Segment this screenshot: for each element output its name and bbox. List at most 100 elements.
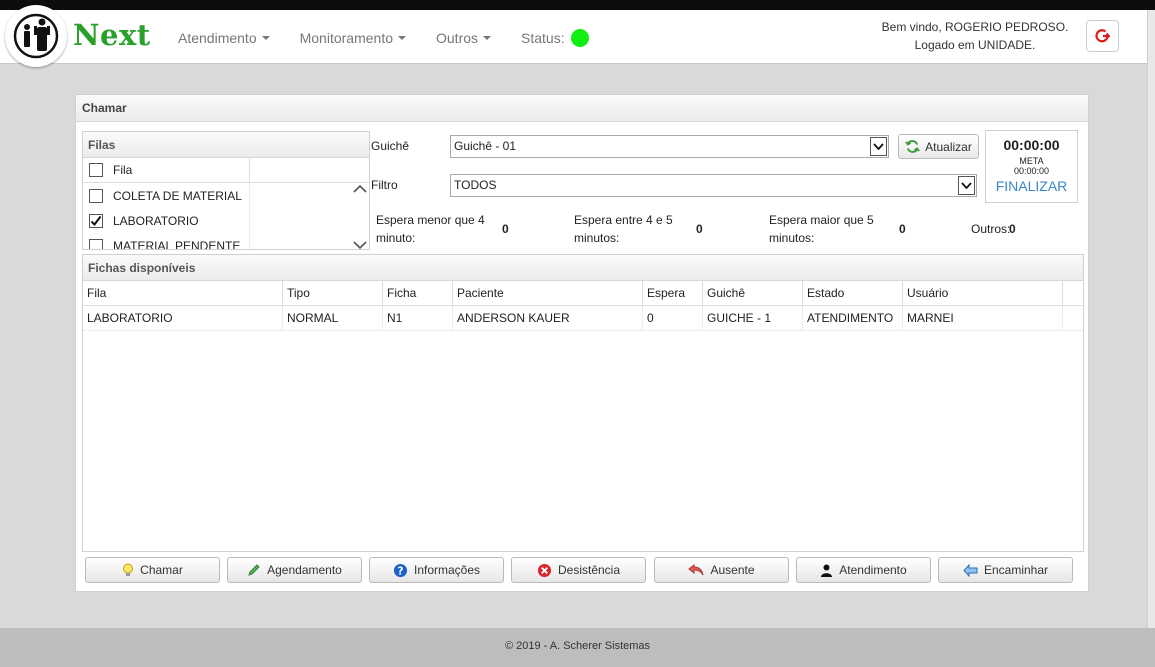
cancel-icon — [537, 563, 552, 577]
outros-value: 0 — [1009, 222, 1016, 236]
welcome-user: Bem vindo, ROGERIO PEDROSO. — [881, 20, 1069, 34]
user-icon — [821, 564, 833, 577]
col-header-estado[interactable]: Estado — [803, 281, 903, 305]
menu-outros[interactable]: Outros — [436, 30, 492, 46]
fichas-header: Fila Tipo Ficha Paciente Espera Guichê E… — [83, 281, 1083, 306]
action-bar: Chamar Agendamento ? Informações Desistê… — [85, 557, 1085, 583]
cell-guiche: GUICHE - 1 — [703, 306, 803, 330]
atualizar-button[interactable]: Atualizar — [898, 134, 979, 159]
espera-menor-value: 0 — [502, 222, 509, 236]
encaminhar-button[interactable]: Encaminhar — [938, 557, 1073, 583]
navbar: Next Atendimento Monitoramento Outros St… — [0, 10, 1155, 64]
refresh-icon — [905, 140, 920, 153]
top-black-bar — [0, 0, 1155, 10]
atendimento-button[interactable]: Atendimento — [796, 557, 931, 583]
atendimento-label: Atendimento — [839, 563, 907, 577]
select-all-checkbox[interactable] — [89, 163, 103, 177]
filtro-value: TODOS — [454, 178, 497, 192]
atualizar-label: Atualizar — [925, 139, 972, 154]
timer-value: 00:00:00 — [1003, 137, 1060, 153]
pencil-icon — [248, 564, 260, 576]
filas-box: Filas Fila COLETA DE MATERIAL LABORATORI… — [82, 131, 370, 250]
guiche-label: Guichê — [371, 139, 410, 153]
welcome-text: Bem vindo, ROGERIO PEDROSO. Logado em UN… — [870, 18, 1080, 54]
encaminhar-label: Encaminhar — [983, 563, 1049, 577]
page-scrollbar[interactable] — [1147, 10, 1155, 628]
filtro-select[interactable]: TODOS — [450, 174, 977, 197]
col-header-paciente[interactable]: Paciente — [453, 281, 643, 305]
caret-down-icon — [261, 36, 270, 40]
espera-entre-label: Espera entre 4 e 5 minutos: — [574, 213, 673, 245]
espera-maior-value: 0 — [899, 222, 906, 236]
status-dot-icon — [570, 29, 589, 47]
guiche-value: Guichê - 01 — [454, 139, 517, 153]
col-header-espera[interactable]: Espera — [643, 281, 703, 305]
col-header-tipo[interactable]: Tipo — [283, 281, 383, 305]
espera-entre-value: 0 — [696, 222, 703, 236]
people-logo-icon — [13, 13, 59, 59]
col-header-fila[interactable]: Fila — [83, 281, 283, 305]
cell-usuario: MARNEI — [903, 306, 1063, 330]
fila-checkbox-material[interactable] — [89, 238, 103, 249]
dropdown-arrow-icon[interactable] — [958, 176, 975, 195]
cell-ficha: N1 — [383, 306, 453, 330]
col-header-usuario[interactable]: Usuário — [903, 281, 1063, 305]
logout-button[interactable] — [1086, 20, 1119, 52]
status-indicator: Status: — [521, 29, 589, 47]
filtro-label: Filtro — [371, 178, 398, 192]
meta-time: 00:00:00 — [1013, 166, 1050, 176]
fila-checkbox-coleta[interactable] — [89, 188, 103, 203]
logo — [5, 5, 67, 67]
fila-row-laboratorio[interactable]: LABORATORIO — [83, 208, 250, 233]
fila-label-material: MATERIAL PENDENTE — [113, 238, 241, 250]
cell-tipo: NORMAL — [283, 306, 383, 330]
desistencia-label: Desistência — [557, 563, 621, 577]
help-icon: ? — [393, 563, 408, 577]
table-row[interactable]: LABORATORIO NORMAL N1 ANDERSON KAUER 0 G… — [83, 306, 1083, 331]
chevron-down-icon[interactable] — [353, 240, 367, 250]
footer: © 2019 - A. Scherer Sistemas — [0, 628, 1155, 667]
espera-menor-label: Espera menor que 4 minuto: — [376, 213, 485, 245]
chamar-panel: Chamar Filas Fila COLETA DE MATERIAL LAB… — [75, 94, 1089, 592]
filas-scroll-controls — [351, 184, 369, 250]
menu-outros-label: Outros — [436, 30, 479, 46]
agendamento-button[interactable]: Agendamento — [227, 557, 362, 583]
fila-label-laboratorio: LABORATORIO — [113, 213, 199, 228]
outros-label: Outros: — [971, 222, 1011, 236]
guiche-select[interactable]: Guichê - 01 — [450, 135, 889, 158]
filas-title: Filas — [83, 132, 369, 158]
menu-atendimento[interactable]: Atendimento — [178, 30, 270, 46]
brand-title: Next — [73, 18, 151, 52]
meta-label: META — [1019, 156, 1044, 166]
espera-maior-label: Espera maior que 5 minutos: — [769, 213, 874, 245]
menu-monitoramento-label: Monitoramento — [299, 30, 393, 46]
menu-monitoramento[interactable]: Monitoramento — [300, 30, 406, 46]
power-icon — [1094, 29, 1110, 43]
check-icon — [90, 215, 102, 226]
col-header-guiche[interactable]: Guichê — [703, 281, 803, 305]
chamar-button[interactable]: Chamar — [85, 557, 220, 583]
finalizar-link[interactable]: FINALIZAR — [986, 178, 1077, 194]
filas-header: Fila — [83, 158, 369, 183]
caret-down-icon — [483, 36, 492, 40]
undo-arrow-icon — [688, 563, 704, 576]
ausente-button[interactable]: Ausente — [654, 557, 789, 583]
fila-row-coleta[interactable]: COLETA DE MATERIAL — [83, 183, 250, 208]
informacoes-button[interactable]: ? Informações — [369, 557, 504, 583]
col-header-ficha[interactable]: Ficha — [383, 281, 453, 305]
chevron-up-icon[interactable] — [353, 184, 367, 194]
ausente-label: Ausente — [710, 563, 755, 577]
nav-menu: Atendimento Monitoramento Outros Status: — [178, 29, 619, 47]
desistencia-button[interactable]: Desistência — [511, 557, 646, 583]
timer-box: 00:00:00 META 00:00:00 FINALIZAR — [985, 130, 1078, 203]
filas-header-label: Fila — [113, 163, 133, 177]
status-label: Status: — [521, 30, 565, 46]
fila-checkbox-laboratorio[interactable] — [89, 213, 103, 228]
informacoes-label: Informações — [413, 563, 481, 577]
dropdown-arrow-icon[interactable] — [870, 137, 887, 156]
fichas-grid: Fichas disponíveis Fila Tipo Ficha Pacie… — [82, 254, 1084, 552]
svg-text:?: ? — [397, 565, 403, 577]
fila-label-coleta: COLETA DE MATERIAL — [113, 188, 242, 203]
fila-row-material[interactable]: MATERIAL PENDENTE — [83, 233, 250, 250]
lightbulb-icon — [123, 563, 134, 576]
